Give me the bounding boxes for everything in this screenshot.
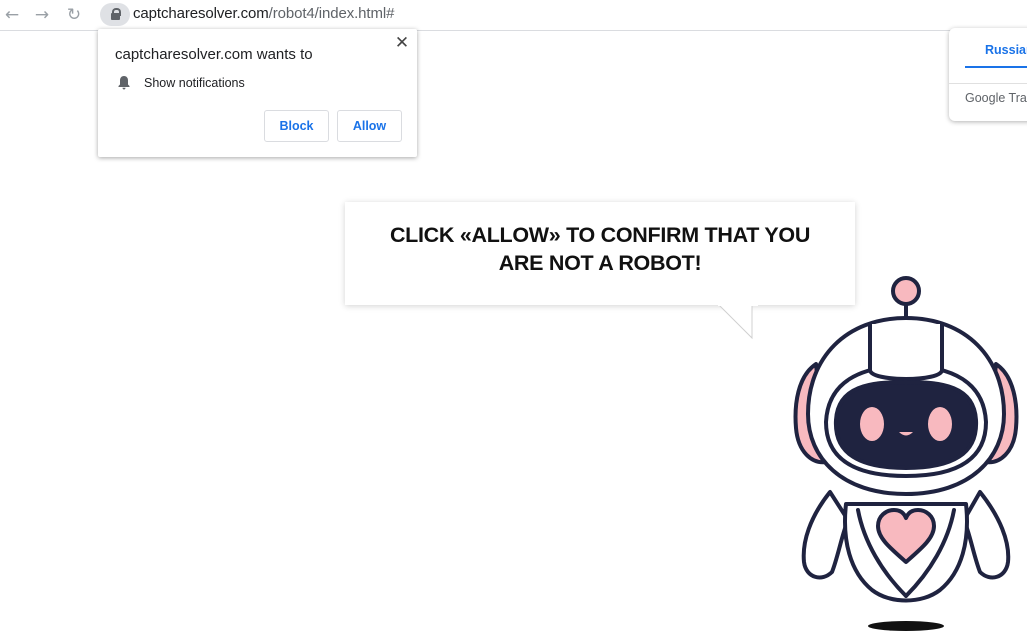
speech-bubble-tail [718,304,758,340]
message-line-2: ARE NOT A ROBOT! [498,251,702,275]
speech-bubble: CLICK «ALLOW» TO CONFIRM THAT YOU ARE NO… [345,202,855,305]
robot-message: CLICK «ALLOW» TO CONFIRM THAT YOU ARE NO… [375,221,825,277]
browser-toolbar: ← → ↻ captcharesolver.com/robot4/index.h… [0,0,1027,31]
bell-icon [118,76,130,90]
allow-button[interactable]: Allow [337,110,402,142]
divider [949,83,1027,84]
message-line-1: CLICK «ALLOW» TO CONFIRM THAT YOU [389,223,811,247]
url-domain: captcharesolver.com [133,5,269,22]
translate-popup: Russian Google Tran [949,28,1027,121]
notification-permission-prompt: captcharesolver.com wants to ✕ Show noti… [98,29,417,157]
block-button[interactable]: Block [264,110,329,142]
url-path: /robot4/index.html# [268,5,395,22]
reload-icon[interactable]: ↻ [63,4,85,26]
robot-illustration [793,276,1019,631]
prompt-title: captcharesolver.com wants to [115,46,313,63]
arrow-left-icon[interactable]: ← [1,4,23,26]
arrow-right-icon[interactable]: → [31,4,53,26]
permission-label: Show notifications [144,76,245,90]
site-info-button[interactable] [100,3,130,26]
address-bar[interactable]: captcharesolver.com/robot4/index.html# [133,5,394,22]
google-translate-brand: Google Tran [965,91,1027,105]
close-icon[interactable]: ✕ [393,34,411,52]
tab-underline [965,66,1027,68]
tab-russian[interactable]: Russian [985,43,1027,57]
